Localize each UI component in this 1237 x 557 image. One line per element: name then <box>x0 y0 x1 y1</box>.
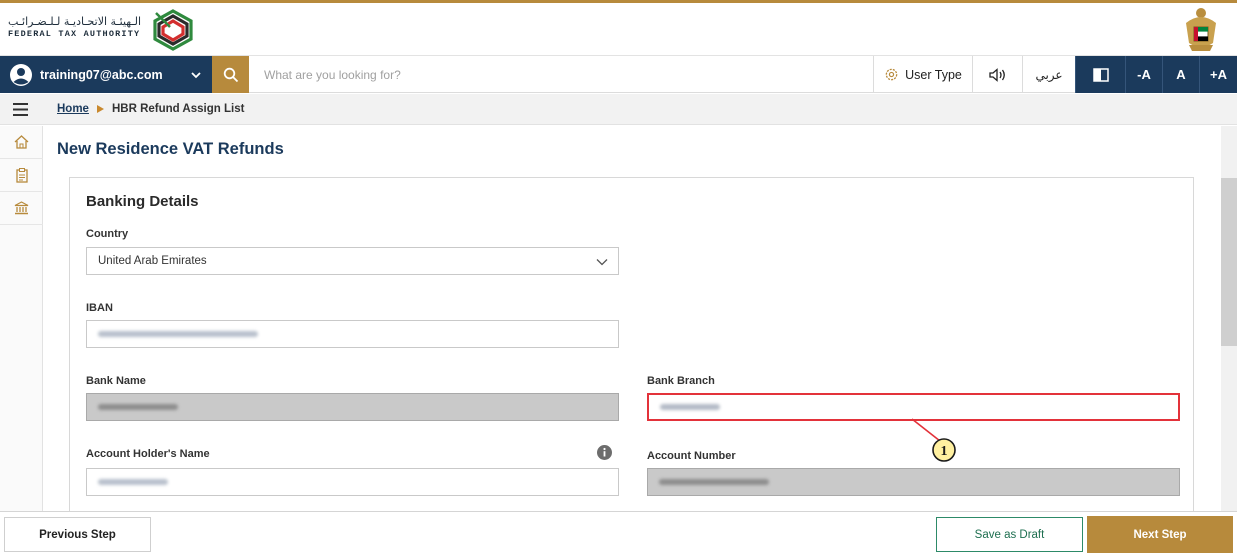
search-input[interactable] <box>252 56 872 93</box>
iban-label: IBAN <box>86 302 113 314</box>
contrast-button[interactable] <box>1075 56 1125 93</box>
bank-name-value-redacted <box>98 404 178 410</box>
country-select[interactable]: United Arab Emirates <box>86 247 619 275</box>
home-icon <box>14 135 29 149</box>
bank-branch-value-redacted <box>660 404 720 410</box>
screen-reader-button[interactable] <box>972 56 1022 93</box>
breadcrumb-current: HBR Refund Assign List <box>111 103 245 115</box>
bank-name-field <box>86 393 619 421</box>
page-title: New Residence VAT Refunds <box>57 140 284 158</box>
logo-arabic: الـهيئـة الاتحـاديـة لـلـضـرائـب <box>8 15 142 28</box>
save-as-draft-button[interactable]: Save as Draft <box>936 517 1083 552</box>
search-icon <box>223 67 238 82</box>
uae-emblem-icon <box>1186 8 1216 51</box>
iban-input[interactable] <box>86 320 619 348</box>
speaker-icon <box>988 67 1005 82</box>
bank-branch-input[interactable] <box>647 393 1180 421</box>
user-type-label: User Type <box>905 67 962 82</box>
hamburger-menu-icon[interactable] <box>13 103 28 116</box>
banking-details-card: Banking Details Country United Arab Emir… <box>69 177 1194 517</box>
bank-branch-label: Bank Branch <box>647 375 715 387</box>
info-icon[interactable] <box>597 445 612 460</box>
font-reset-button[interactable]: A <box>1162 56 1199 93</box>
arabic-language-button[interactable]: عربي <box>1022 56 1075 93</box>
bank-icon <box>14 201 29 215</box>
gear-icon <box>885 68 898 81</box>
account-holder-value-redacted <box>98 479 168 485</box>
sidebar-item-bank[interactable] <box>0 192 43 225</box>
chevron-down-icon <box>191 71 201 78</box>
previous-step-button[interactable]: Previous Step <box>4 517 151 552</box>
breadcrumb-bar: Home HBR Refund Assign List <box>0 94 1237 125</box>
user-menu[interactable]: training07@abc.com <box>0 56 212 93</box>
account-number-field <box>647 468 1180 496</box>
font-decrease-button[interactable]: -A <box>1125 56 1162 93</box>
breadcrumb: Home HBR Refund Assign List <box>57 103 244 115</box>
left-sidebar <box>0 126 43 511</box>
account-holder-label: Account Holder's Name <box>86 448 210 460</box>
country-value: United Arab Emirates <box>98 255 207 267</box>
sidebar-item-home[interactable] <box>0 126 43 159</box>
arabic-label: عربي <box>1035 67 1063 82</box>
chevron-down-icon <box>596 259 608 266</box>
fta-logo-icon[interactable] <box>150 7 196 53</box>
account-holder-input[interactable] <box>86 468 619 496</box>
bank-name-label: Bank Name <box>86 375 146 387</box>
search-button[interactable] <box>212 56 249 93</box>
account-number-label: Account Number <box>647 450 736 462</box>
fta-logo-text[interactable]: الـهيئـة الاتحـاديـة لـلـضـرائـب FEDERAL… <box>8 15 148 39</box>
caret-right-icon <box>96 105 104 113</box>
next-step-button[interactable]: Next Step <box>1087 516 1233 553</box>
font-increase-button[interactable]: +A <box>1199 56 1237 93</box>
top-toolbar: training07@abc.com User Type عربي <box>0 56 1237 93</box>
logo-english: FEDERAL TAX AUTHORITY <box>8 29 141 39</box>
sidebar-item-tasks[interactable] <box>0 159 43 192</box>
site-header: الـهيئـة الاتحـاديـة لـلـضـرائـب FEDERAL… <box>0 3 1237 56</box>
country-label: Country <box>86 228 129 240</box>
user-avatar-icon <box>10 63 32 86</box>
scrollbar-thumb[interactable] <box>1221 178 1237 346</box>
iban-value-redacted <box>98 331 258 337</box>
contrast-icon <box>1092 67 1109 82</box>
account-number-value-redacted <box>659 479 769 485</box>
user-type-button[interactable]: User Type <box>873 56 972 93</box>
clipboard-icon <box>15 167 28 183</box>
user-email: training07@abc.com <box>40 67 163 82</box>
footer-actions: Previous Step Save as Draft Next Step <box>0 511 1237 557</box>
section-title: Banking Details <box>86 193 199 210</box>
breadcrumb-home-link[interactable]: Home <box>57 103 89 115</box>
